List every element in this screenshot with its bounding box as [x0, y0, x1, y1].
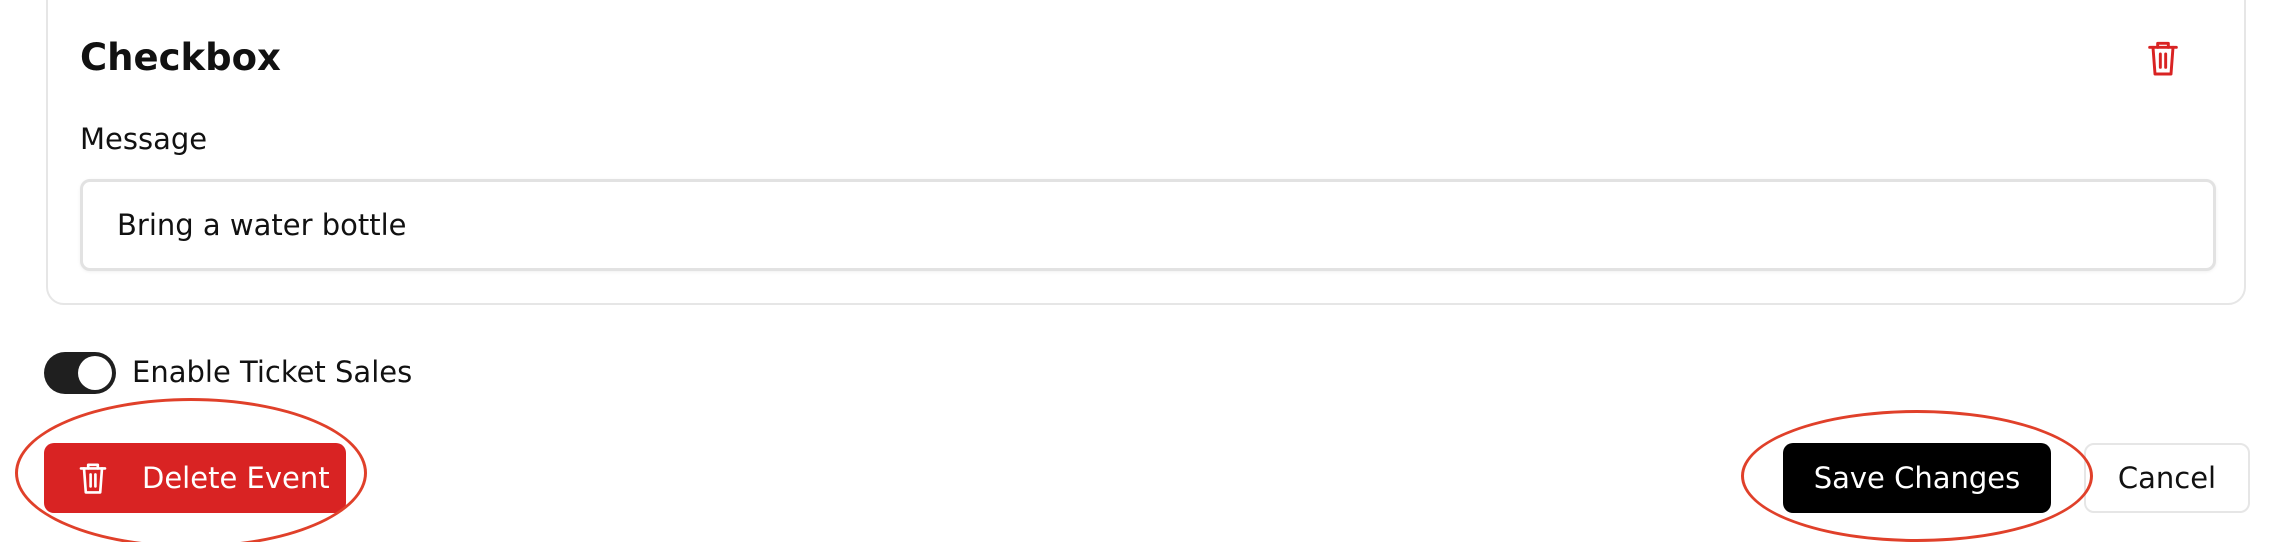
cancel-button[interactable]: Cancel	[2084, 443, 2250, 513]
event-editor: Checkbox Message Enable Ticket Sales	[0, 0, 2274, 542]
enable-ticket-sales-label: Enable Ticket Sales	[132, 355, 413, 389]
toggle-knob	[78, 356, 112, 390]
message-label: Message	[80, 122, 208, 156]
checkbox-question-card: Checkbox Message	[46, 0, 2246, 305]
trash-icon	[78, 460, 108, 496]
message-input[interactable]	[80, 179, 2216, 271]
delete-event-button[interactable]: Delete Event	[44, 443, 346, 513]
save-changes-button[interactable]: Save Changes	[1783, 443, 2051, 513]
delete-event-label: Delete Event	[142, 461, 330, 495]
trash-icon[interactable]	[2147, 38, 2179, 78]
enable-ticket-sales-toggle[interactable]	[44, 352, 116, 394]
card-title: Checkbox	[80, 36, 281, 79]
